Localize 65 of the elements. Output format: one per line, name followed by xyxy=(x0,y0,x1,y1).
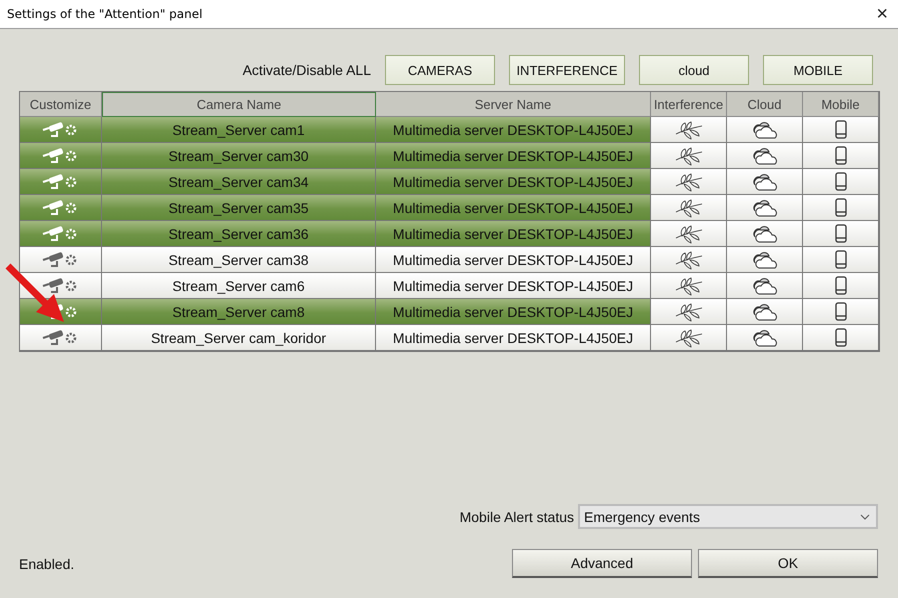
leaves-icon[interactable] xyxy=(674,328,704,348)
leaves-icon[interactable] xyxy=(674,276,704,296)
mobile-alert-label: Mobile Alert status xyxy=(460,508,574,524)
status-text: Enabled. xyxy=(19,556,74,572)
column-header[interactable]: Camera Name xyxy=(102,92,376,117)
phone-icon[interactable] xyxy=(834,250,846,269)
phone-icon[interactable] xyxy=(834,146,846,165)
arrow-annotation-overlay xyxy=(4,262,66,324)
chevron-down-icon xyxy=(860,514,870,520)
cloud-icon[interactable] xyxy=(750,172,778,192)
server-name-cell: Multimedia server DESKTOP-L4J50EJ xyxy=(376,195,651,221)
leaves-icon[interactable] xyxy=(674,146,704,166)
leaves-icon[interactable] xyxy=(674,172,704,192)
server-name-cell: Multimedia server DESKTOP-L4J50EJ xyxy=(376,325,651,351)
cloud-icon[interactable] xyxy=(750,302,778,322)
camera-name-cell[interactable]: Stream_Server cam_koridor xyxy=(102,325,376,351)
server-name-cell: Multimedia server DESKTOP-L4J50EJ xyxy=(376,143,651,169)
cloud-icon[interactable] xyxy=(750,198,778,218)
close-button[interactable]: × xyxy=(872,4,892,24)
cloud-icon[interactable] xyxy=(750,224,778,244)
column-header[interactable]: Mobile xyxy=(803,92,879,117)
camera-name-cell[interactable]: Stream_Server cam30 xyxy=(102,143,376,169)
camera-name-cell[interactable]: Stream_Server cam8 xyxy=(102,299,376,325)
camera-name-cell[interactable]: Stream_Server cam35 xyxy=(102,195,376,221)
toggle-all-label: Activate/Disable ALL xyxy=(242,62,371,78)
mobile-alert-dropdown[interactable]: Emergency events xyxy=(578,504,878,529)
cloud-icon[interactable] xyxy=(750,328,778,348)
cloud-icon[interactable] xyxy=(750,146,778,166)
toggle-all-button[interactable]: cloud xyxy=(639,55,749,85)
camera-name-cell[interactable]: Stream_Server cam38 xyxy=(102,247,376,273)
window-title: Settings of the "Attention" panel xyxy=(7,7,202,21)
camera-name-cell[interactable]: Stream_Server cam34 xyxy=(102,169,376,195)
dialog-button[interactable]: OK xyxy=(698,549,878,578)
dialog-button[interactable]: Advanced xyxy=(512,549,692,578)
server-name-cell: Multimedia server DESKTOP-L4J50EJ xyxy=(376,273,651,299)
leaves-icon[interactable] xyxy=(674,120,704,140)
column-header[interactable]: Server Name xyxy=(376,92,651,117)
leaves-icon[interactable] xyxy=(674,302,704,322)
server-name-cell: Multimedia server DESKTOP-L4J50EJ xyxy=(376,117,651,143)
leaves-icon[interactable] xyxy=(674,250,704,270)
phone-icon[interactable] xyxy=(834,328,846,347)
leaves-icon[interactable] xyxy=(674,224,704,244)
toggle-all-button[interactable]: MOBILE xyxy=(763,55,873,85)
camera-name-cell[interactable]: Stream_Server cam6 xyxy=(102,273,376,299)
leaves-icon[interactable] xyxy=(674,198,704,218)
server-name-cell: Multimedia server DESKTOP-L4J50EJ xyxy=(376,169,651,195)
phone-icon[interactable] xyxy=(834,120,846,139)
server-name-cell: Multimedia server DESKTOP-L4J50EJ xyxy=(376,221,651,247)
cloud-icon[interactable] xyxy=(750,120,778,140)
cloud-icon[interactable] xyxy=(750,276,778,296)
camera-name-cell[interactable]: Stream_Server cam1 xyxy=(102,117,376,143)
phone-icon[interactable] xyxy=(834,224,846,243)
cloud-icon[interactable] xyxy=(750,250,778,270)
column-header[interactable]: Interference xyxy=(651,92,727,117)
toggle-all-button[interactable]: INTERFERENCE xyxy=(509,55,625,85)
column-header[interactable]: Cloud xyxy=(727,92,803,117)
phone-icon[interactable] xyxy=(834,172,846,191)
toggle-all-button[interactable]: CAMERAS xyxy=(385,55,495,85)
phone-icon[interactable] xyxy=(834,302,846,321)
server-name-cell: Multimedia server DESKTOP-L4J50EJ xyxy=(376,299,651,325)
server-name-cell: Multimedia server DESKTOP-L4J50EJ xyxy=(376,247,651,273)
column-header[interactable]: Customize xyxy=(20,92,102,117)
phone-icon[interactable] xyxy=(834,276,846,295)
phone-icon[interactable] xyxy=(834,198,846,217)
camera-name-cell[interactable]: Stream_Server cam36 xyxy=(102,221,376,247)
